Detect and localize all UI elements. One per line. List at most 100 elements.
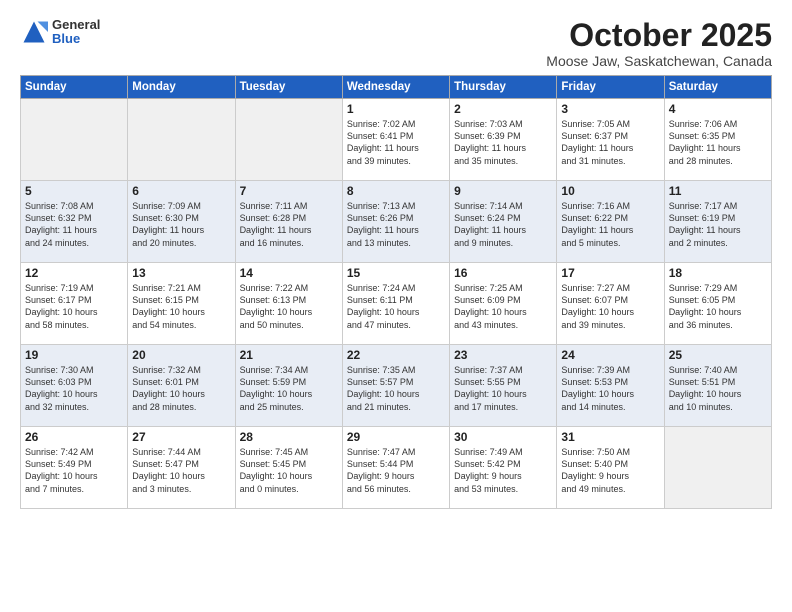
table-row: 2Sunrise: 7:03 AM Sunset: 6:39 PM Daylig… xyxy=(450,99,557,181)
table-row: 19Sunrise: 7:30 AM Sunset: 6:03 PM Dayli… xyxy=(21,345,128,427)
day-number: 25 xyxy=(669,348,767,362)
table-row: 4 Sunrise: 7:06 AM Sunset: 6:35 PM Daylig… xyxy=(664,99,771,181)
table-row: 12 Sunrise: 7:19 AM Sunset: 6:17 PM Dayli… xyxy=(21,263,128,345)
day-number: 23 xyxy=(454,348,552,362)
table-row: 10 Sunrise: 7:16 AM Sunset: 6:22 PM Dayli… xyxy=(557,181,664,263)
page-header: General Blue October 2025 Moose Jaw, Sas… xyxy=(20,18,772,69)
day-info: Sunrise: 7:29 AM Sunset: 6:05 PM Dayligh… xyxy=(669,282,767,331)
location: Moose Jaw, Saskatchewan, Canada xyxy=(546,53,772,69)
table-row: 22Sunrise: 7:35 AM Sunset: 5:57 PM Dayli… xyxy=(342,345,449,427)
day-number: 31 xyxy=(561,430,659,444)
day-number: 18 xyxy=(669,266,767,280)
day-number: 12 xyxy=(25,266,123,280)
col-friday: Friday xyxy=(557,76,664,99)
calendar-page: General Blue October 2025 Moose Jaw, Sas… xyxy=(0,0,792,612)
table-row: 13 Sunrise: 7:21 AM Sunset: 6:15 PM Dayli… xyxy=(128,263,235,345)
table-row: 24Sunrise: 7:39 AM Sunset: 5:53 PM Dayli… xyxy=(557,345,664,427)
day-info: Sunrise: 7:02 AM Sunset: 6:41 PM Dayligh… xyxy=(347,118,445,167)
day-info: Sunrise: 7:24 AM Sunset: 6:11 PM Dayligh… xyxy=(347,282,445,331)
day-number: 6 xyxy=(132,184,230,198)
table-row: 14Sunrise: 7:22 AM Sunset: 6:13 PM Dayli… xyxy=(235,263,342,345)
table-row: 15 Sunrise: 7:24 AM Sunset: 6:11 PM Dayli… xyxy=(342,263,449,345)
table-row: 17 Sunrise: 7:27 AM Sunset: 6:07 PM Dayli… xyxy=(557,263,664,345)
logo-icon xyxy=(20,18,48,46)
table-row: 30 Sunrise: 7:49 AM Sunset: 5:42 PM Dayli… xyxy=(450,427,557,509)
day-number: 27 xyxy=(132,430,230,444)
logo-text: General Blue xyxy=(52,18,100,47)
day-info: Sunrise: 7:16 AM Sunset: 6:22 PM Dayligh… xyxy=(561,200,659,249)
calendar-week-row: 12 Sunrise: 7:19 AM Sunset: 6:17 PM Dayli… xyxy=(21,263,772,345)
day-info: Sunrise: 7:14 AM Sunset: 6:24 PM Dayligh… xyxy=(454,200,552,249)
day-number: 5 xyxy=(25,184,123,198)
day-number: 16 xyxy=(454,266,552,280)
day-number: 11 xyxy=(669,184,767,198)
table-row: 29 Sunrise: 7:47 AM Sunset: 5:44 PM Dayli… xyxy=(342,427,449,509)
day-number: 29 xyxy=(347,430,445,444)
col-monday: Monday xyxy=(128,76,235,99)
day-number: 13 xyxy=(132,266,230,280)
day-info: Sunrise: 7:06 AM Sunset: 6:35 PM Dayligh… xyxy=(669,118,767,167)
table-row: 21 Sunrise: 7:34 AM Sunset: 5:59 PM Dayli… xyxy=(235,345,342,427)
day-info: Sunrise: 7:42 AM Sunset: 5:49 PM Dayligh… xyxy=(25,446,123,495)
col-saturday: Saturday xyxy=(664,76,771,99)
day-number: 24 xyxy=(561,348,659,362)
table-row: 11 Sunrise: 7:17 AM Sunset: 6:19 PM Dayli… xyxy=(664,181,771,263)
day-info: Sunrise: 7:25 AM Sunset: 6:09 PM Dayligh… xyxy=(454,282,552,331)
day-info: Sunrise: 7:13 AM Sunset: 6:26 PM Dayligh… xyxy=(347,200,445,249)
day-info: Sunrise: 7:40 AM Sunset: 5:51 PM Dayligh… xyxy=(669,364,767,413)
table-row: 27 Sunrise: 7:44 AM Sunset: 5:47 PM Dayli… xyxy=(128,427,235,509)
logo-general: General xyxy=(52,18,100,32)
logo: General Blue xyxy=(20,18,100,47)
day-info: Sunrise: 7:45 AM Sunset: 5:45 PM Dayligh… xyxy=(240,446,338,495)
day-number: 26 xyxy=(25,430,123,444)
day-info: Sunrise: 7:08 AM Sunset: 6:32 PM Dayligh… xyxy=(25,200,123,249)
day-info: Sunrise: 7:47 AM Sunset: 5:44 PM Dayligh… xyxy=(347,446,445,495)
day-info: Sunrise: 7:34 AM Sunset: 5:59 PM Dayligh… xyxy=(240,364,338,413)
day-info: Sunrise: 7:22 AM Sunset: 6:13 PM Dayligh… xyxy=(240,282,338,331)
col-tuesday: Tuesday xyxy=(235,76,342,99)
day-number: 21 xyxy=(240,348,338,362)
col-wednesday: Wednesday xyxy=(342,76,449,99)
day-number: 30 xyxy=(454,430,552,444)
day-info: Sunrise: 7:44 AM Sunset: 5:47 PM Dayligh… xyxy=(132,446,230,495)
table-row: 31 Sunrise: 7:50 AM Sunset: 5:40 PM Dayli… xyxy=(557,427,664,509)
day-info: Sunrise: 7:50 AM Sunset: 5:40 PM Dayligh… xyxy=(561,446,659,495)
table-row: 5 Sunrise: 7:08 AM Sunset: 6:32 PM Daylig… xyxy=(21,181,128,263)
logo-blue: Blue xyxy=(52,32,100,46)
table-row: 3 Sunrise: 7:05 AM Sunset: 6:37 PM Daylig… xyxy=(557,99,664,181)
day-info: Sunrise: 7:30 AM Sunset: 6:03 PM Dayligh… xyxy=(25,364,123,413)
day-info: Sunrise: 7:17 AM Sunset: 6:19 PM Dayligh… xyxy=(669,200,767,249)
table-row xyxy=(21,99,128,181)
day-number: 3 xyxy=(561,102,659,116)
day-number: 17 xyxy=(561,266,659,280)
calendar-header-row: Sunday Monday Tuesday Wednesday Thursday… xyxy=(21,76,772,99)
day-number: 9 xyxy=(454,184,552,198)
day-number: 4 xyxy=(669,102,767,116)
day-info: Sunrise: 7:49 AM Sunset: 5:42 PM Dayligh… xyxy=(454,446,552,495)
day-info: Sunrise: 7:21 AM Sunset: 6:15 PM Dayligh… xyxy=(132,282,230,331)
col-thursday: Thursday xyxy=(450,76,557,99)
table-row: 23 Sunrise: 7:37 AM Sunset: 5:55 PM Dayli… xyxy=(450,345,557,427)
day-number: 7 xyxy=(240,184,338,198)
table-row: 1Sunrise: 7:02 AM Sunset: 6:41 PM Daylig… xyxy=(342,99,449,181)
day-number: 10 xyxy=(561,184,659,198)
day-info: Sunrise: 7:27 AM Sunset: 6:07 PM Dayligh… xyxy=(561,282,659,331)
calendar-week-row: 26 Sunrise: 7:42 AM Sunset: 5:49 PM Dayli… xyxy=(21,427,772,509)
table-row: 6Sunrise: 7:09 AM Sunset: 6:30 PM Daylig… xyxy=(128,181,235,263)
table-row: 9 Sunrise: 7:14 AM Sunset: 6:24 PM Daylig… xyxy=(450,181,557,263)
table-row: 16 Sunrise: 7:25 AM Sunset: 6:09 PM Dayli… xyxy=(450,263,557,345)
day-number: 8 xyxy=(347,184,445,198)
day-info: Sunrise: 7:37 AM Sunset: 5:55 PM Dayligh… xyxy=(454,364,552,413)
table-row: 28Sunrise: 7:45 AM Sunset: 5:45 PM Dayli… xyxy=(235,427,342,509)
table-row: 7 Sunrise: 7:11 AM Sunset: 6:28 PM Daylig… xyxy=(235,181,342,263)
table-row: 25 Sunrise: 7:40 AM Sunset: 5:51 PM Dayli… xyxy=(664,345,771,427)
title-block: October 2025 Moose Jaw, Saskatchewan, Ca… xyxy=(546,18,772,69)
day-info: Sunrise: 7:03 AM Sunset: 6:39 PM Dayligh… xyxy=(454,118,552,167)
day-info: Sunrise: 7:11 AM Sunset: 6:28 PM Dayligh… xyxy=(240,200,338,249)
day-info: Sunrise: 7:19 AM Sunset: 6:17 PM Dayligh… xyxy=(25,282,123,331)
day-info: Sunrise: 7:05 AM Sunset: 6:37 PM Dayligh… xyxy=(561,118,659,167)
day-number: 15 xyxy=(347,266,445,280)
table-row: 18 Sunrise: 7:29 AM Sunset: 6:05 PM Dayli… xyxy=(664,263,771,345)
month-title: October 2025 xyxy=(546,18,772,53)
col-sunday: Sunday xyxy=(21,76,128,99)
